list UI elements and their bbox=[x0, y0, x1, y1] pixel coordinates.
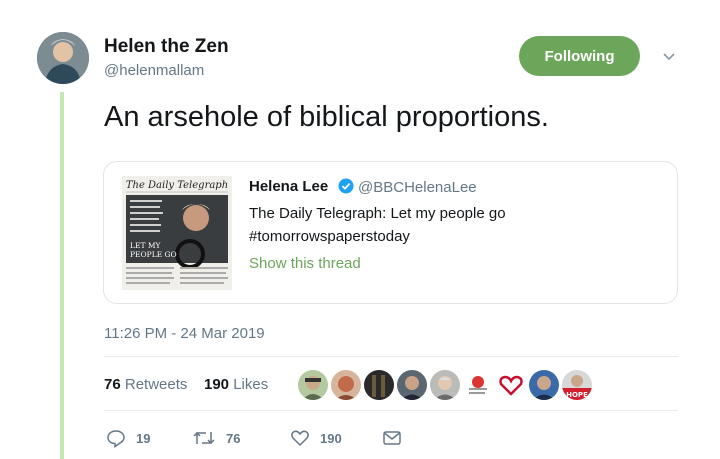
quoted-author-handle[interactable]: @BBCHelenaLee bbox=[358, 179, 477, 196]
thread-line bbox=[60, 92, 64, 459]
divider bbox=[104, 356, 678, 357]
envelope-icon bbox=[383, 431, 401, 445]
author-handle[interactable]: @helenmallam bbox=[104, 62, 204, 79]
retweet-count: 76 bbox=[226, 430, 241, 446]
quoted-text-line-1: The Daily Telegraph: Let my people go bbox=[249, 205, 506, 222]
author-name[interactable]: Helen the Zen bbox=[104, 36, 229, 58]
quoted-hashtag[interactable]: #tomorrowspaperstoday bbox=[249, 228, 410, 245]
heart-icon bbox=[291, 430, 309, 447]
divider bbox=[104, 410, 678, 411]
show-thread-link[interactable]: Show this thread bbox=[249, 255, 361, 272]
liker-avatars: HOPE bbox=[298, 370, 592, 400]
newspaper-image[interactable]: The Daily Telegraph LET MY PEOPLE GO bbox=[122, 176, 232, 290]
retweets-count: 76 bbox=[104, 376, 121, 393]
liker-avatar[interactable] bbox=[298, 370, 328, 400]
chevron-down-icon[interactable] bbox=[661, 48, 677, 64]
like-button[interactable]: 190 bbox=[290, 428, 342, 448]
reply-icon bbox=[107, 430, 125, 448]
like-count: 190 bbox=[320, 430, 342, 446]
liker-avatar[interactable] bbox=[496, 370, 526, 400]
liker-avatar[interactable] bbox=[463, 370, 493, 400]
retweets-label: Retweets bbox=[124, 376, 188, 393]
liker-avatar[interactable] bbox=[364, 370, 394, 400]
reply-count: 19 bbox=[136, 430, 151, 446]
newspaper-headline-1: LET MY bbox=[130, 241, 162, 250]
following-button[interactable]: Following bbox=[519, 36, 640, 76]
liker-avatar[interactable]: HOPE bbox=[562, 370, 592, 400]
liker-avatar[interactable] bbox=[331, 370, 361, 400]
quoted-author-name[interactable]: Helena Lee bbox=[249, 178, 328, 195]
verified-badge-icon bbox=[338, 178, 354, 194]
direct-message-button[interactable] bbox=[382, 428, 402, 448]
liker-avatar[interactable] bbox=[529, 370, 559, 400]
likes-label: Likes bbox=[233, 376, 269, 393]
likes-stat[interactable]: 190 Likes bbox=[204, 376, 268, 393]
retweet-button[interactable]: 76 bbox=[192, 428, 240, 448]
reply-button[interactable]: 19 bbox=[106, 428, 150, 448]
newspaper-headline-2: PEOPLE GO bbox=[130, 250, 177, 259]
retweet-icon bbox=[193, 431, 215, 445]
tweet-text: An arsehole of biblical proportions. bbox=[104, 101, 549, 133]
newspaper-masthead: The Daily Telegraph bbox=[126, 180, 228, 191]
liker-badge-text: HOPE bbox=[566, 391, 588, 399]
author-avatar[interactable] bbox=[37, 32, 89, 84]
liker-avatar[interactable] bbox=[430, 370, 460, 400]
tweet-timestamp[interactable]: 11:26 PM - 24 Mar 2019 bbox=[104, 325, 265, 342]
liker-avatar[interactable] bbox=[397, 370, 427, 400]
likes-count: 190 bbox=[204, 376, 230, 393]
retweets-stat[interactable]: 76 Retweets bbox=[104, 376, 187, 393]
